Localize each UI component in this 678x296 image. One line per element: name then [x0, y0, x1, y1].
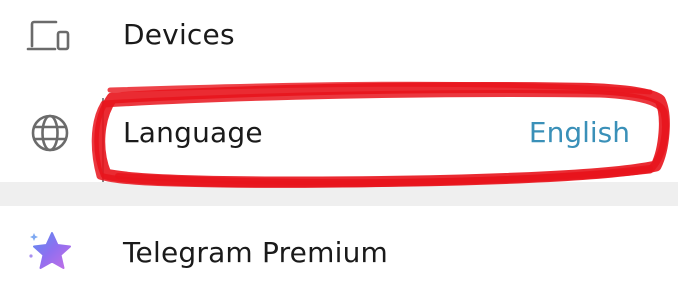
globe-icon: [22, 105, 78, 161]
premium-star-icon: [22, 223, 78, 279]
settings-item-devices-label: Devices: [123, 18, 235, 51]
settings-item-devices[interactable]: Devices: [0, 0, 678, 82]
settings-item-language-label: Language: [123, 116, 263, 149]
section-divider: [0, 182, 678, 206]
pen-stroke-mark: [102, 98, 104, 182]
settings-item-telegram-premium-label: Telegram Premium: [123, 236, 388, 269]
settings-item-language-value: English: [528, 116, 630, 149]
settings-item-telegram-premium[interactable]: Telegram Premium: [0, 206, 678, 296]
devices-icon: [22, 8, 78, 64]
